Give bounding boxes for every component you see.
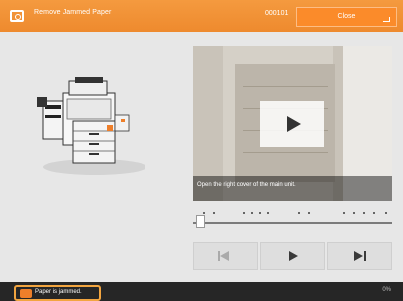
video-player[interactable]: Open the right cover of the main unit. [193, 46, 392, 201]
play-icon [289, 251, 298, 261]
paper-jam-icon [10, 10, 24, 22]
timeline-track[interactable] [193, 222, 392, 224]
status-message[interactable]: Paper is jammed. [14, 285, 101, 301]
skip-next-icon [354, 251, 363, 261]
close-button[interactable]: Close [296, 7, 397, 27]
screen-title: Remove Jammed Paper [34, 9, 112, 16]
close-button-label: Close [337, 13, 356, 20]
timeline-thumb[interactable] [196, 215, 205, 228]
title-bar: Remove Jammed Paper 000101 Close [0, 0, 403, 32]
jam-warning-icon [20, 289, 32, 298]
enter-icon [383, 17, 390, 22]
playback-controls [193, 242, 392, 272]
play-button[interactable] [260, 242, 325, 270]
status-text: Paper is jammed. [35, 289, 82, 295]
video-timeline[interactable] [193, 206, 392, 232]
error-code: 000101 [265, 10, 289, 17]
play-overlay-button[interactable] [260, 101, 324, 147]
machine-illustration [37, 77, 145, 175]
video-caption: Open the right cover of the main unit. [197, 182, 296, 188]
skip-next-button[interactable] [327, 242, 392, 270]
video-caption-bar: Open the right cover of the main unit. [193, 176, 392, 201]
status-percent: 0% [382, 287, 391, 293]
skip-previous-button[interactable] [193, 242, 258, 270]
